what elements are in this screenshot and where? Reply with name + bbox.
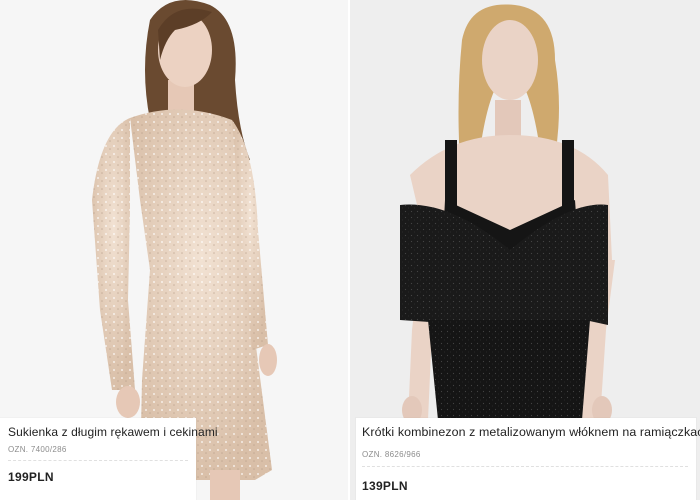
product-card-sequin-dress[interactable]: Sukienka z długim rękawem i cekinami OZN… — [0, 0, 348, 500]
product-info-box: Krótki kombinezon z metalizowanym włókne… — [356, 418, 700, 500]
product-price: 139PLN — [362, 479, 408, 493]
info-divider — [362, 466, 688, 467]
product-ref-code: OZN. 7400/286 — [8, 445, 67, 454]
product-price: 199PLN — [8, 470, 54, 484]
product-info-box: Sukienka z długim rękawem i cekinami OZN… — [0, 418, 218, 500]
product-ref-code: OZN. 8626/966 — [362, 450, 421, 459]
info-divider — [8, 460, 188, 461]
product-name[interactable]: Sukienka z długim rękawem i cekinami — [8, 425, 218, 439]
product-name[interactable]: Krótki kombinezon z metalizowanym włókne… — [362, 425, 700, 439]
product-card-black-playsuit[interactable]: Krótki kombinezon z metalizowanym włókne… — [350, 0, 700, 500]
